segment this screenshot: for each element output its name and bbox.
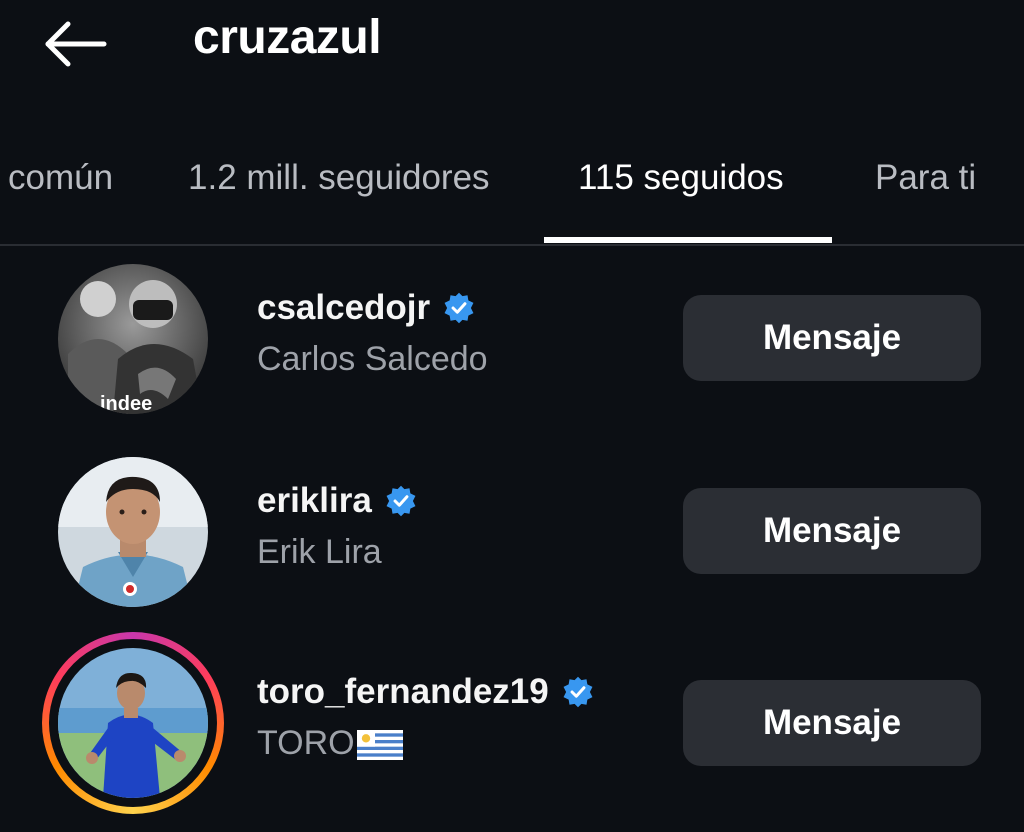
username[interactable]: eriklira <box>257 481 418 521</box>
tab-followers[interactable]: 1.2 mill. seguidores <box>188 158 490 198</box>
active-tab-indicator <box>544 237 832 243</box>
username-text: eriklira <box>257 481 372 520</box>
story-ring[interactable] <box>42 632 224 814</box>
avatar-image <box>58 648 208 798</box>
tab-bar: común 1.2 mill. seguidores 115 seguidos … <box>0 150 1024 246</box>
arrow-left-icon <box>45 21 107 67</box>
top-bar: cruzazul <box>0 0 1024 90</box>
username-text: csalcedojr <box>257 288 431 327</box>
avatar-image: indee <box>58 264 208 414</box>
verified-badge-icon <box>563 676 593 708</box>
username[interactable]: toro_fernandez19 <box>257 672 595 712</box>
username[interactable]: csalcedojr <box>257 288 476 328</box>
list-item: indee csalcedojr Carlos Salcedo Mensaje <box>0 244 1024 424</box>
uruguay-flag-icon <box>356 730 403 761</box>
tab-comun[interactable]: común <box>8 158 113 198</box>
verified-badge-icon <box>444 292 474 324</box>
tab-para-ti[interactable]: Para ti <box>875 158 976 198</box>
full-name-text: TORO <box>257 724 355 762</box>
page-title: cruzazul <box>193 11 382 64</box>
back-button[interactable] <box>40 16 110 72</box>
avatar-image <box>58 457 208 607</box>
avatar <box>58 648 208 798</box>
message-button[interactable]: Mensaje <box>683 680 981 766</box>
full-name: Erik Lira <box>257 533 382 571</box>
list-item: toro_fernandez19 TORO Mensaje <box>0 628 1024 814</box>
full-name: Carlos Salcedo <box>257 340 488 378</box>
avatar[interactable] <box>58 457 208 607</box>
message-button[interactable]: Mensaje <box>683 488 981 574</box>
tab-following[interactable]: 115 seguidos <box>578 158 784 198</box>
avatar[interactable]: indee <box>58 264 208 414</box>
list-item: eriklira Erik Lira Mensaje <box>0 437 1024 617</box>
username-text: toro_fernandez19 <box>257 672 549 711</box>
full-name: TORO <box>257 724 403 763</box>
avatar-text: indee <box>100 393 152 414</box>
message-button[interactable]: Mensaje <box>683 295 981 381</box>
verified-badge-icon <box>386 485 416 517</box>
